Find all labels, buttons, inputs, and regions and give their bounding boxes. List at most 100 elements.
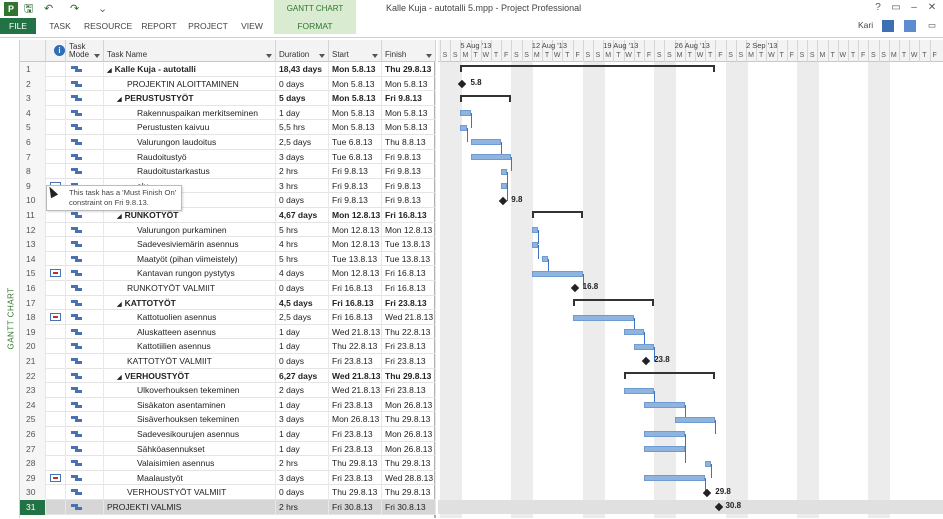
task-mode-cell[interactable]	[66, 339, 104, 354]
task-bar[interactable]	[644, 475, 706, 482]
customize-toolbar-icon[interactable]: ⌄	[98, 2, 107, 16]
task-start-cell[interactable]: Mon 26.8.13	[329, 412, 382, 427]
task-name-cell[interactable]: ◢ Kalle Kuja - autotalli	[104, 62, 276, 77]
task-name-header[interactable]: Task Name	[104, 40, 276, 62]
table-row[interactable]: 12 Valurungon purkaminen 5 hrs Mon 12.8.13 M…	[20, 222, 436, 238]
table-row[interactable]: 27 Sähköasennukset 1 day Fri 23.8.13 Mon 26.…	[20, 441, 436, 457]
redo-icon[interactable]: ↷	[70, 2, 79, 16]
task-start-cell[interactable]: Fri 30.8.13	[329, 500, 382, 515]
task-mode-cell[interactable]	[66, 237, 104, 252]
indicator-cell[interactable]	[46, 222, 66, 238]
indicator-cell[interactable]	[46, 470, 66, 486]
table-row[interactable]: 25 Sisäverhouksen tekeminen 3 days Mon 26.8…	[20, 412, 436, 427]
row-number[interactable]: 24	[20, 397, 46, 413]
task-duration-cell[interactable]: 1 day	[276, 105, 329, 121]
task-finish-cell[interactable]: Fri 9.8.13	[382, 149, 436, 165]
task-start-cell[interactable]: Tue 13.8.13	[329, 251, 382, 267]
task-duration-cell[interactable]: 1 day	[276, 397, 329, 413]
task-mode-cell[interactable]	[66, 456, 104, 471]
task-name-cell[interactable]: KATTOTYÖT VALMIIT	[104, 354, 276, 369]
collapse-icon[interactable]: ◢	[117, 214, 122, 220]
milestone-marker[interactable]	[498, 196, 508, 205]
task-duration-cell[interactable]: 0 days	[276, 76, 329, 92]
task-name-cell[interactable]: Sadevesiviemärin asennus	[104, 237, 276, 252]
task-mode-cell[interactable]	[66, 441, 104, 457]
task-finish-cell[interactable]: Fri 23.8.13	[382, 295, 436, 311]
task-start-cell[interactable]: Tue 6.8.13	[329, 149, 382, 165]
task-mode-cell[interactable]	[66, 485, 104, 500]
row-number[interactable]: 22	[20, 368, 46, 384]
task-finish-cell[interactable]: Mon 26.8.13	[382, 427, 436, 442]
task-finish-cell[interactable]: Thu 29.8.13	[382, 485, 436, 500]
task-name-cell[interactable]: ◢ VERHOUSTYÖT	[104, 368, 276, 384]
task-bar[interactable]	[470, 153, 512, 160]
row-number[interactable]: 19	[20, 324, 46, 340]
task-finish-cell[interactable]: Fri 9.8.13	[382, 193, 436, 208]
task-bar[interactable]	[674, 416, 716, 423]
task-mode-cell[interactable]	[66, 368, 104, 384]
row-number[interactable]: 9	[20, 178, 46, 194]
constraint-calendar-icon[interactable]	[50, 269, 61, 278]
table-row[interactable]: 21 KATTOTYÖT VALMIIT 0 days Fri 23.8.13 Fri …	[20, 354, 436, 369]
task-start-cell[interactable]: Fri 23.8.13	[329, 470, 382, 486]
summary-bar[interactable]	[531, 211, 583, 219]
task-start-cell[interactable]: Wed 21.8.13	[329, 368, 382, 384]
task-start-cell[interactable]: Mon 12.8.13	[329, 266, 382, 281]
task-mode-cell[interactable]	[66, 412, 104, 427]
close-button[interactable]: ✕	[924, 1, 940, 15]
task-duration-cell[interactable]: 3 hrs	[276, 178, 329, 194]
indicator-cell[interactable]	[46, 354, 66, 369]
task-start-cell[interactable]: Fri 23.8.13	[329, 354, 382, 369]
task-mode-cell[interactable]	[66, 470, 104, 486]
collapse-icon[interactable]: ◢	[117, 302, 122, 308]
table-row[interactable]: 2 PROJEKTIN ALOITTAMINEN 0 days Mon 5.8.13 M…	[20, 76, 436, 92]
task-finish-cell[interactable]: Fri 16.8.13	[382, 281, 436, 296]
task-duration-cell[interactable]: 2,5 days	[276, 135, 329, 150]
task-start-cell[interactable]: Fri 23.8.13	[329, 441, 382, 457]
task-start-cell[interactable]: Wed 21.8.13	[329, 383, 382, 398]
task-finish-cell[interactable]: Mon 5.8.13	[382, 120, 436, 135]
summary-bar[interactable]	[460, 94, 512, 102]
task-start-cell[interactable]: Fri 16.8.13	[329, 310, 382, 325]
constraint-calendar-icon[interactable]	[50, 313, 61, 322]
task-finish-cell[interactable]: Fri 16.8.13	[382, 208, 436, 223]
task-bar[interactable]	[470, 139, 502, 146]
task-duration-cell[interactable]: 3 days	[276, 412, 329, 427]
task-finish-cell[interactable]: Fri 23.8.13	[382, 339, 436, 354]
row-number[interactable]: 11	[20, 208, 46, 223]
user-name[interactable]: Kari	[858, 20, 873, 30]
task-finish-cell[interactable]: Mon 5.8.13	[382, 105, 436, 121]
indicator-cell[interactable]	[46, 251, 66, 267]
task-mode-cell[interactable]	[66, 354, 104, 369]
task-start-cell[interactable]: Mon 5.8.13	[329, 62, 382, 77]
milestone-marker[interactable]	[702, 488, 712, 497]
indicator-cell[interactable]	[46, 281, 66, 296]
task-name-cell[interactable]: Rakennuspaikan merkitseminen	[104, 105, 276, 121]
task-bar[interactable]	[644, 445, 685, 452]
task-duration-cell[interactable]: 4,67 days	[276, 208, 329, 223]
row-number[interactable]: 4	[20, 105, 46, 121]
row-number[interactable]: 29	[20, 470, 46, 486]
task-finish-cell[interactable]: Thu 8.8.13	[382, 135, 436, 150]
indicator-cell[interactable]	[46, 397, 66, 413]
task-finish-cell[interactable]: Tue 13.8.13	[382, 237, 436, 252]
row-number[interactable]: 20	[20, 339, 46, 354]
task-start-cell[interactable]: Wed 21.8.13	[329, 324, 382, 340]
indicator-cell[interactable]	[46, 485, 66, 500]
collapse-icon[interactable]: ◢	[117, 97, 122, 103]
task-mode-cell[interactable]	[66, 105, 104, 121]
table-row[interactable]: 23 Ulkoverhouksen tekeminen 2 days Wed 21.8…	[20, 383, 436, 398]
task-start-cell[interactable]: Thu 29.8.13	[329, 485, 382, 500]
task-mode-cell[interactable]	[66, 266, 104, 281]
task-name-cell[interactable]: Kattotiilien asennus	[104, 339, 276, 354]
indicator-cell[interactable]	[46, 383, 66, 398]
row-number[interactable]: 10	[20, 193, 46, 208]
task-start-cell[interactable]: Mon 5.8.13	[329, 91, 382, 106]
chevron-down-icon[interactable]	[319, 54, 325, 58]
indicator-cell[interactable]	[46, 120, 66, 135]
task-duration-cell[interactable]: 0 days	[276, 281, 329, 296]
task-duration-cell[interactable]: 0 days	[276, 485, 329, 500]
table-row[interactable]: 16 RUNKOTYÖT VALMIIT 0 days Fri 16.8.13 Fri …	[20, 281, 436, 296]
task-mode-cell[interactable]	[66, 120, 104, 135]
gantt-chart[interactable]: SSMTWTFSSMTWTFSSMTWTFSSMTWTFSSMTWTFSSMTW…	[438, 40, 943, 518]
